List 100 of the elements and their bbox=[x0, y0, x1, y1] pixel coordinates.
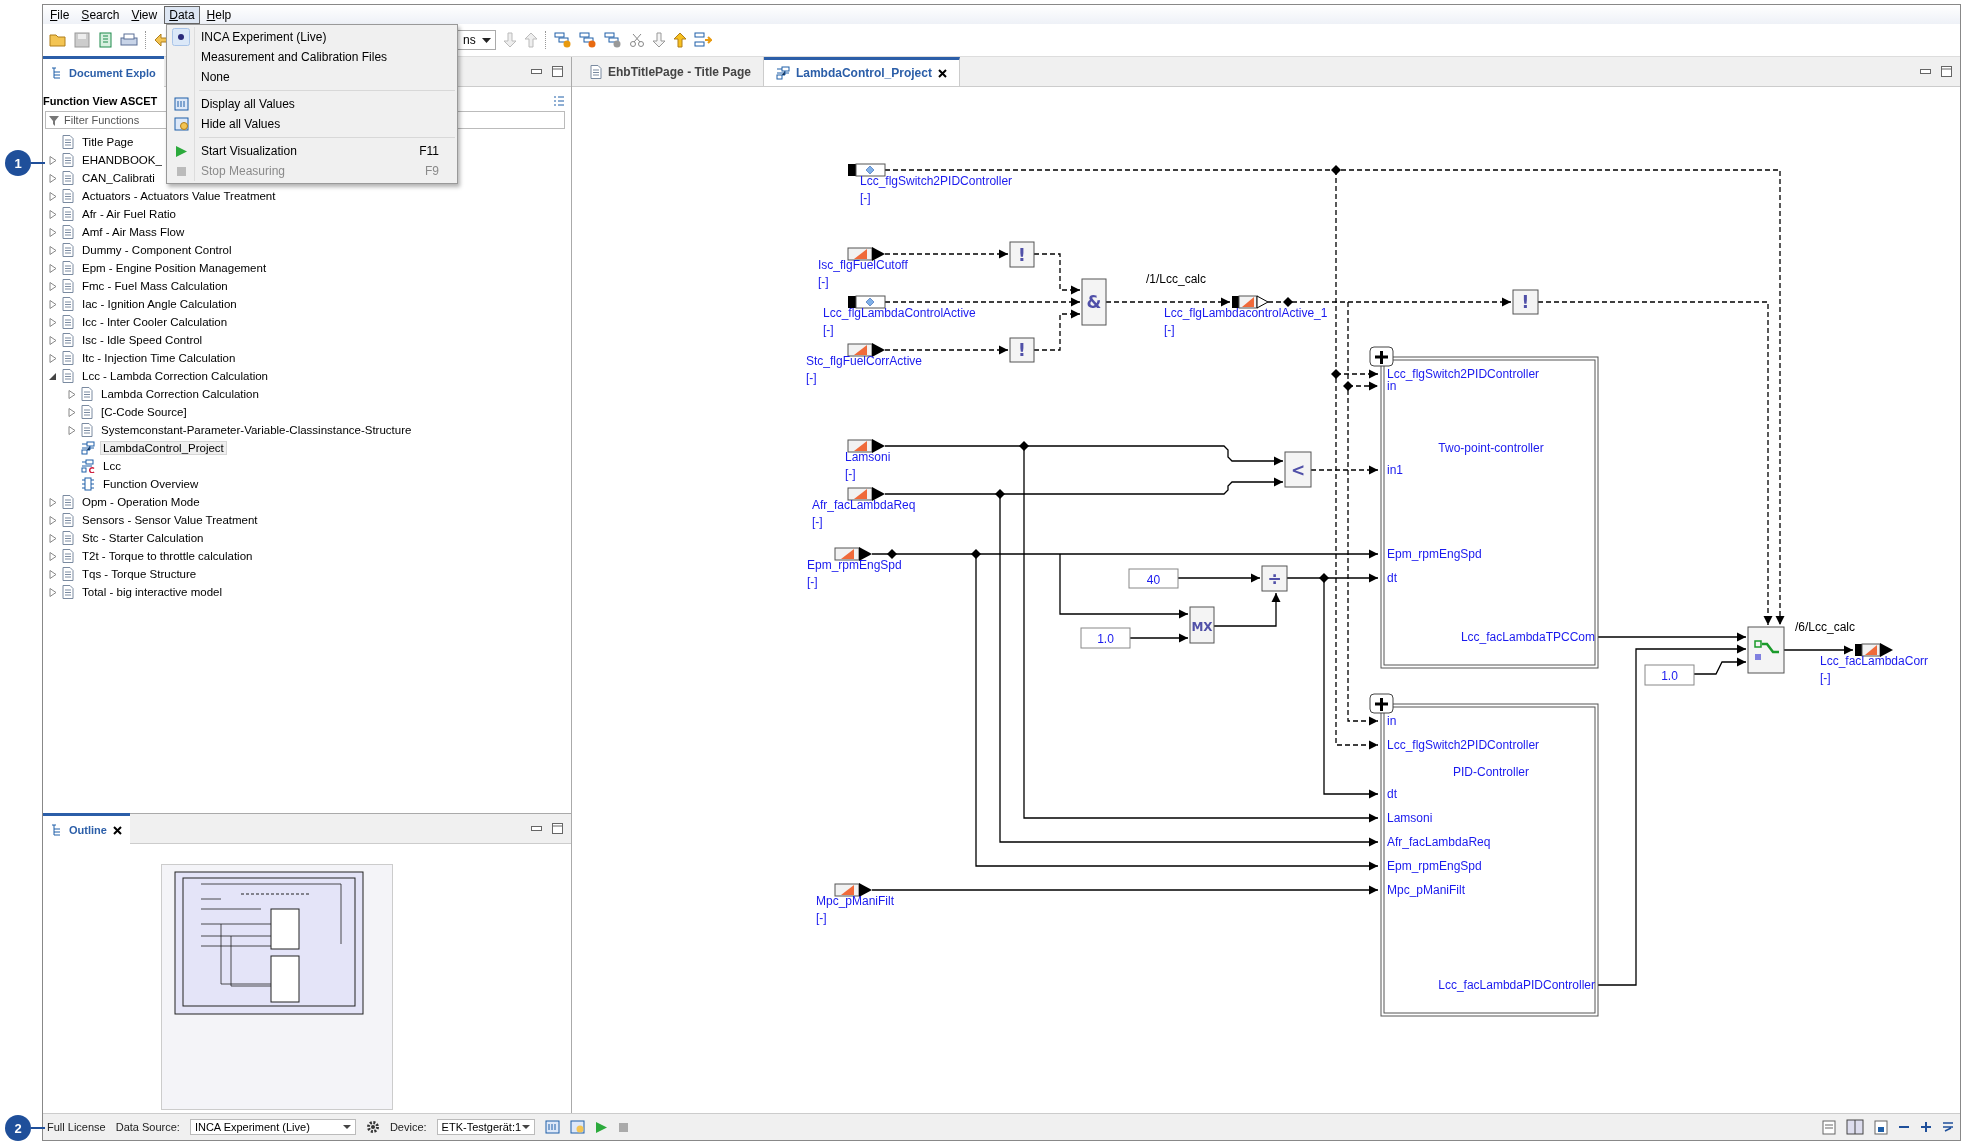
menu-item[interactable]: Data bbox=[164, 5, 200, 24]
up-arrow-icon[interactable] bbox=[523, 32, 538, 48]
inport-icon[interactable] bbox=[847, 247, 885, 261]
expand-arrow-icon[interactable] bbox=[49, 227, 57, 237]
data-source-dropdown[interactable]: INCA Experiment (Live) bbox=[189, 1119, 356, 1135]
tree-item[interactable]: Icc - Inter Cooler Calculation bbox=[79, 315, 231, 329]
folder-icon[interactable] bbox=[49, 32, 67, 48]
save-icon[interactable] bbox=[74, 32, 90, 48]
list-icon[interactable] bbox=[553, 95, 565, 107]
expand-arrow-icon[interactable] bbox=[49, 173, 57, 183]
not-operator-block[interactable]: ! bbox=[1009, 241, 1035, 268]
inport-icon[interactable] bbox=[847, 343, 885, 357]
menu-item[interactable]: Start Visualization F11 bbox=[167, 141, 457, 161]
menu-item[interactable]: Display all Values bbox=[167, 94, 457, 114]
editor-tab[interactable]: LambdaControl_Project bbox=[763, 57, 960, 86]
maximize-icon[interactable] bbox=[552, 66, 563, 77]
tree-item[interactable]: Title Page bbox=[79, 135, 137, 149]
expand-arrow-icon[interactable] bbox=[49, 245, 57, 255]
menu-item[interactable]: Search bbox=[76, 5, 125, 24]
constant-block[interactable]: 1.0 bbox=[1644, 664, 1695, 686]
menu-item[interactable]: File bbox=[45, 5, 75, 24]
gear-icon[interactable] bbox=[365, 1120, 380, 1134]
tree-item[interactable]: LambdaControl_Project bbox=[100, 441, 227, 455]
minimize-icon[interactable] bbox=[531, 825, 542, 832]
outport-icon[interactable] bbox=[1232, 295, 1269, 309]
down-arrow-icon[interactable] bbox=[651, 32, 666, 48]
tree-item[interactable]: Total - big interactive model bbox=[79, 585, 225, 599]
tree-item[interactable]: Function Overview bbox=[100, 477, 202, 491]
expand-arrow-icon[interactable] bbox=[49, 155, 57, 165]
expand-arrow-icon[interactable] bbox=[49, 353, 57, 363]
menu-item[interactable]: View bbox=[126, 5, 163, 24]
expand-arrow-icon[interactable] bbox=[68, 389, 76, 399]
tree-item[interactable]: Isc - Idle Speed Control bbox=[79, 333, 206, 347]
editor-tab[interactable]: EhbTitlePage - Title Page bbox=[578, 57, 764, 86]
not-operator-block[interactable]: ! bbox=[1512, 289, 1539, 315]
stop-icon[interactable] bbox=[617, 1121, 629, 1133]
display-values-icon[interactable] bbox=[544, 1120, 560, 1134]
not-operator-block[interactable]: ! bbox=[1009, 337, 1035, 363]
expand-arrow-icon[interactable] bbox=[49, 587, 57, 597]
minimize-icon[interactable] bbox=[1920, 68, 1931, 75]
expand-arrow-icon[interactable] bbox=[49, 569, 57, 579]
tree-item[interactable]: Actuators - Actuators Value Treatment bbox=[79, 189, 279, 203]
menu-item[interactable]: Hide all Values bbox=[167, 114, 457, 134]
expand-arrow-icon[interactable] bbox=[49, 497, 57, 507]
tree-item[interactable]: Itc - Injection Time Calculation bbox=[79, 351, 239, 365]
device-dropdown[interactable]: ETK-Testgerät:1 bbox=[436, 1119, 535, 1135]
tree-item[interactable]: Epm - Engine Position Management bbox=[79, 261, 270, 275]
split-view-icon[interactable] bbox=[1846, 1119, 1864, 1135]
page-view-icon[interactable] bbox=[1874, 1119, 1888, 1135]
tree-item[interactable]: T2t - Torque to throttle calculation bbox=[79, 549, 256, 563]
outport-icon[interactable] bbox=[1855, 643, 1893, 657]
scissors-icon[interactable] bbox=[628, 32, 645, 48]
up-arrow-icon[interactable] bbox=[672, 32, 687, 48]
compare-operator-block[interactable]: < bbox=[1284, 451, 1312, 488]
maximize-icon[interactable] bbox=[552, 823, 563, 834]
divide-operator-block[interactable]: ÷ bbox=[1261, 565, 1288, 592]
expand-arrow-icon[interactable] bbox=[49, 281, 57, 291]
tree-item[interactable]: Iac - Ignition Angle Calculation bbox=[79, 297, 240, 311]
parameter-icon[interactable] bbox=[848, 163, 886, 177]
expand-arrow-icon[interactable] bbox=[68, 407, 76, 417]
expand-arrow-icon[interactable] bbox=[49, 335, 57, 345]
tree-item[interactable]: Lambda Correction Calculation bbox=[98, 387, 262, 401]
expand-arrow-icon[interactable] bbox=[68, 425, 76, 435]
tree-item[interactable]: [C-Code Source] bbox=[98, 405, 190, 419]
close-icon[interactable] bbox=[937, 68, 947, 78]
expand-plus-icon[interactable] bbox=[1369, 693, 1394, 714]
expand-arrow-icon[interactable] bbox=[49, 209, 57, 219]
parameter-icon[interactable] bbox=[848, 295, 886, 309]
tree-item[interactable]: Dummy - Component Control bbox=[79, 243, 235, 257]
component-block[interactable] bbox=[1380, 703, 1599, 1017]
tree-item[interactable]: Tqs - Torque Structure bbox=[79, 567, 200, 581]
close-icon[interactable] bbox=[112, 825, 122, 835]
expand-arrow-icon[interactable] bbox=[49, 515, 57, 525]
menu-item[interactable]: Measurement and Calibration Files bbox=[167, 47, 457, 67]
zoom-in-icon[interactable] bbox=[1920, 1121, 1932, 1133]
expand-arrow-icon[interactable] bbox=[49, 533, 57, 543]
expand-plus-icon[interactable] bbox=[1369, 346, 1394, 367]
expand-arrow-icon[interactable] bbox=[49, 191, 57, 201]
inport-icon[interactable] bbox=[834, 547, 872, 561]
expand-arrow-icon[interactable] bbox=[49, 317, 57, 327]
menu-item[interactable]: INCA Experiment (Live) bbox=[167, 27, 457, 47]
max-operator-block[interactable]: MX bbox=[1189, 606, 1215, 644]
block-arrow-icon[interactable] bbox=[693, 32, 712, 48]
inport-icon[interactable] bbox=[834, 883, 872, 897]
inport-icon[interactable] bbox=[847, 439, 885, 453]
panel-tab[interactable]: Outline bbox=[43, 813, 130, 844]
expand-arrow-icon[interactable] bbox=[49, 299, 57, 309]
book-icon[interactable] bbox=[97, 32, 113, 48]
tree-item[interactable]: EHANDBOOK_ bbox=[79, 153, 165, 167]
play-icon[interactable] bbox=[594, 1120, 608, 1134]
and-operator-block[interactable]: & bbox=[1081, 278, 1107, 326]
tree-item[interactable]: CAN_Calibrati bbox=[79, 171, 158, 185]
tree-item[interactable]: Systemconstant-Parameter-Variable-Classinstance-Structure bbox=[98, 423, 415, 437]
print-icon[interactable] bbox=[120, 32, 138, 48]
tree-item[interactable]: Lcc bbox=[100, 459, 124, 473]
inport-icon[interactable] bbox=[847, 487, 885, 501]
diagram-thumbnail-drawing[interactable] bbox=[161, 864, 393, 1110]
menu-item[interactable]: None bbox=[167, 67, 457, 87]
tree-item[interactable]: Afr - Air Fuel Ratio bbox=[79, 207, 179, 221]
tree-item[interactable]: Stc - Starter Calculation bbox=[79, 531, 207, 545]
